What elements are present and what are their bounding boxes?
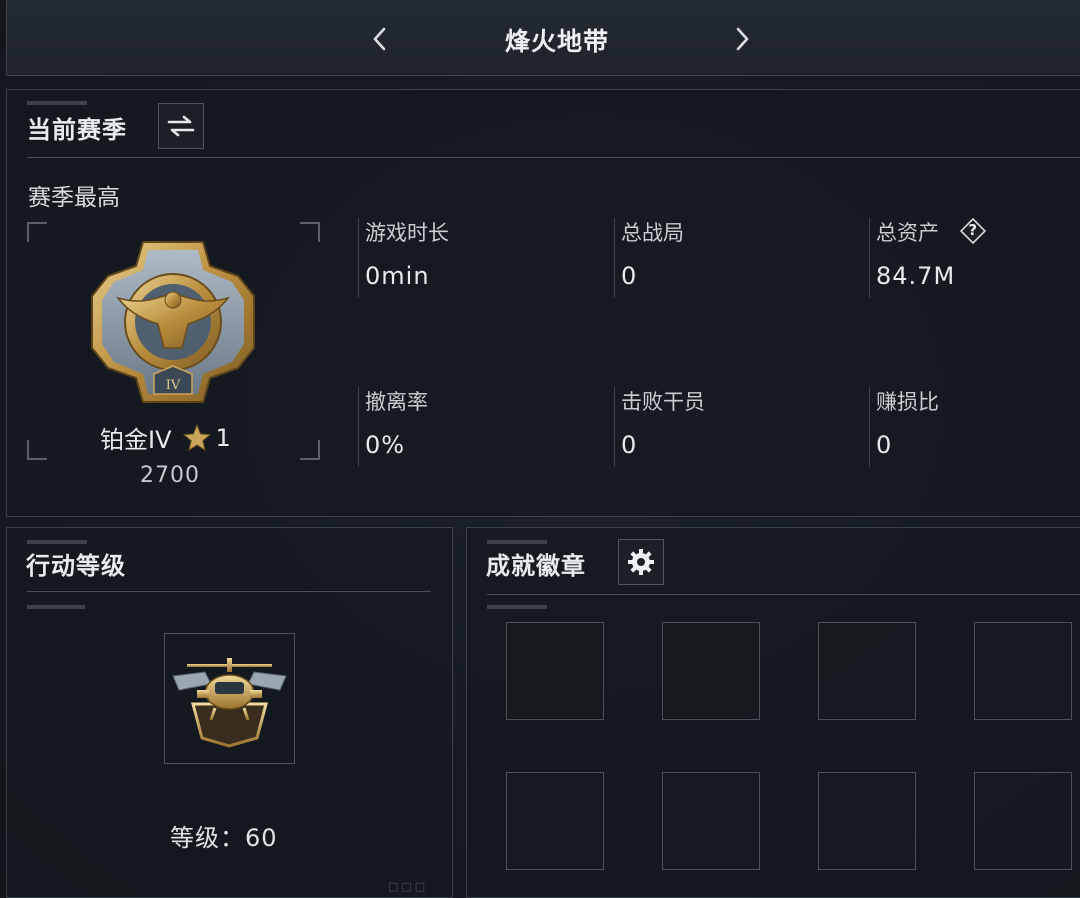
- season-switch-button[interactable]: [158, 103, 204, 149]
- achievement-slot-6[interactable]: [662, 772, 760, 870]
- stat-label: 击败干员: [621, 390, 705, 414]
- gear-icon: [628, 549, 654, 575]
- rank-name: 铂金IV: [100, 426, 172, 454]
- decor-line: [487, 605, 547, 609]
- stat-total-assets: 总资产 ? 84.7M: [869, 218, 1080, 298]
- rank-stars: 1: [215, 423, 231, 452]
- stat-label: 赚损比: [876, 390, 939, 414]
- stat-value: 0%: [365, 431, 406, 459]
- stat-label-row: 总资产 ?: [876, 218, 1080, 248]
- stat-value: 0: [621, 262, 638, 290]
- decor-line: [487, 540, 547, 544]
- assets-help-button[interactable]: ?: [959, 218, 986, 244]
- next-mode-button[interactable]: [729, 24, 755, 54]
- rank-numeral: IV: [166, 378, 181, 393]
- action-level-badge-frame: [164, 633, 295, 764]
- season-title: 当前赛季: [27, 116, 127, 144]
- achievement-slot-3[interactable]: [818, 622, 916, 720]
- decor-line: [27, 101, 87, 105]
- frame-corner: [300, 440, 320, 460]
- achievement-slot-2[interactable]: [662, 622, 760, 720]
- decor-dots: □□□: [388, 880, 429, 893]
- achievements-settings-button[interactable]: [618, 539, 664, 585]
- achievements-title: 成就徽章: [486, 552, 586, 580]
- achievement-slot-7[interactable]: [818, 772, 916, 870]
- stat-value: 0min: [365, 262, 430, 290]
- stat-value: 0: [621, 431, 638, 459]
- stat-label: 游戏时长: [365, 221, 449, 245]
- stat-label: 撤离率: [365, 390, 428, 414]
- rank-score: 2700: [140, 463, 200, 488]
- season-divider: [27, 157, 1080, 158]
- frame-corner: [27, 222, 47, 242]
- mode-title: 烽火地带: [504, 27, 609, 56]
- stat-total-matches: 总战局 0: [614, 218, 854, 298]
- achievement-slot-5[interactable]: [506, 772, 604, 870]
- stat-value: 0: [876, 431, 893, 459]
- help-glyph: ?: [968, 221, 978, 239]
- helicopter-badge-icon: [172, 658, 287, 748]
- rank-name-row: 铂金IV 1: [100, 420, 231, 455]
- achievements-divider: [487, 594, 1080, 595]
- stat-operators-defeated: 击败干员 0: [614, 387, 854, 467]
- action-level-title: 行动等级: [26, 552, 126, 580]
- frame-corner: [300, 222, 320, 242]
- decor-line: [27, 605, 85, 609]
- achievement-slot-1[interactable]: [506, 622, 604, 720]
- swap-arrows-icon: [167, 115, 195, 137]
- action-level-divider: [27, 591, 431, 592]
- achievement-slot-4[interactable]: [974, 622, 1072, 720]
- action-level-text: 等级：60: [170, 824, 278, 852]
- top-header: 烽火地带: [6, 0, 1080, 76]
- frame-corner: [27, 440, 47, 460]
- decor-line: [27, 540, 87, 544]
- stat-play-time: 游戏时长 0min: [358, 218, 598, 298]
- stat-label: 总资产: [876, 221, 939, 245]
- stat-value: 84.7M: [876, 262, 956, 290]
- stat-profit-loss-ratio: 赚损比 0: [869, 387, 1080, 467]
- star-icon: [182, 423, 211, 451]
- achievement-slot-8[interactable]: [974, 772, 1072, 870]
- stat-extract-rate: 撤离率 0%: [358, 387, 598, 467]
- rank-emblem-platinum: IV: [91, 241, 255, 403]
- stat-label: 总战局: [621, 221, 684, 245]
- chevron-right-icon: [736, 27, 749, 51]
- season-best-label: 赛季最高: [28, 185, 120, 211]
